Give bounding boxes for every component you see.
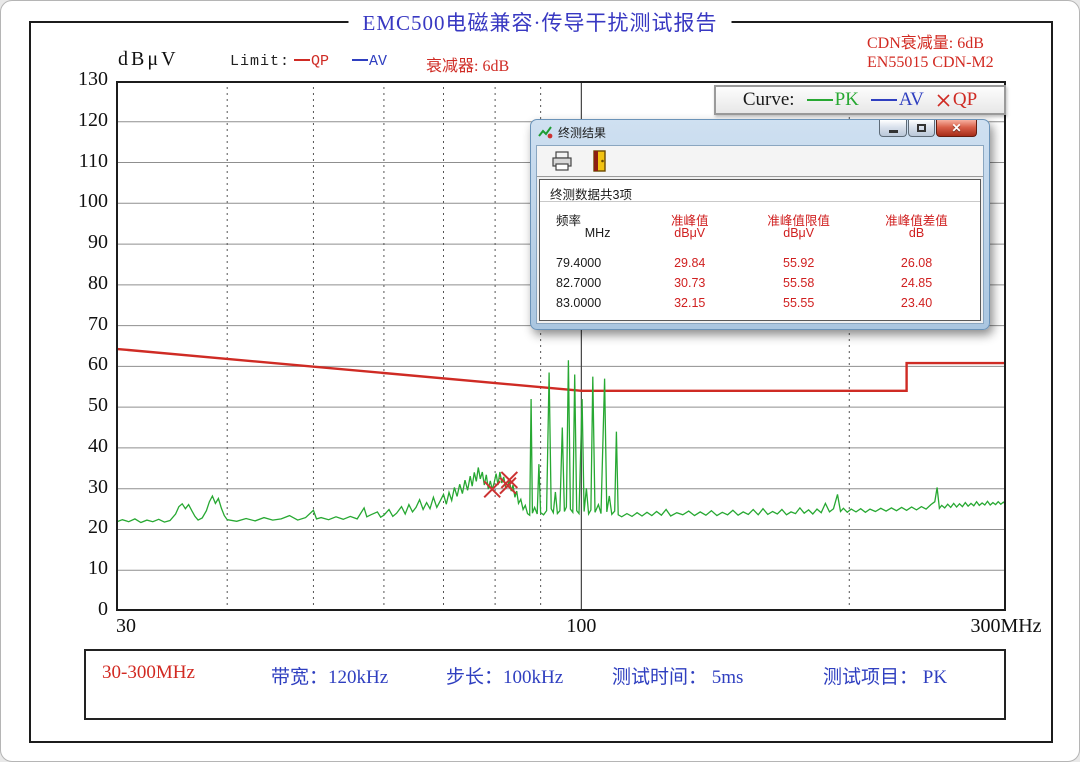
close-button[interactable]: ✕ [936, 120, 977, 137]
app-icon [538, 125, 553, 140]
limit-legend-label: Limit: [230, 53, 290, 70]
test-item-label: 测试项目： PK [823, 662, 947, 689]
y-tick-label: 130 [36, 68, 108, 91]
cdn-info: CDN衰减量: 6dB EN55015 CDN-M2 [867, 34, 994, 72]
unit-frequency: MHz [548, 226, 639, 240]
y-tick-label: 80 [36, 272, 108, 295]
qp-limit-swatch-icon [294, 59, 310, 61]
x-tick-label: 300MHz [970, 615, 1041, 638]
series-PK [116, 360, 1006, 522]
maximize-icon [917, 124, 926, 132]
dialog-title: 终测结果 [558, 124, 606, 141]
x-tick-label: 100 [566, 615, 596, 638]
scan-settings-bar: 30-300MHz 带宽：120kHz 步长：100kHz 测试时间： 5ms … [84, 649, 1006, 720]
report-title: EMC500电磁兼容·传导干扰测试报告 [349, 7, 732, 37]
exit-door-icon [592, 150, 608, 172]
minimize-icon [889, 130, 898, 133]
final-result-dialog: 终测结果 ✕ [530, 119, 990, 330]
y-tick-label: 20 [36, 516, 108, 539]
y-tick-label: 40 [36, 435, 108, 458]
close-icon: ✕ [951, 122, 961, 134]
x-tick-label: 30 [116, 615, 136, 638]
y-tick-label: 90 [36, 231, 108, 254]
y-tick-label: 50 [36, 394, 108, 417]
printer-icon [551, 151, 573, 171]
exit-button[interactable] [587, 149, 613, 173]
test-time-label: 测试时间： 5ms [612, 662, 743, 689]
legend-pk: PK [807, 89, 859, 111]
y-tick-label: 0 [36, 598, 108, 621]
unit-qp: dBμV [639, 226, 740, 240]
limit-qp-legend: QP [294, 53, 329, 70]
legend-qp: QP [936, 89, 977, 111]
y-tick-label: 10 [36, 557, 108, 580]
table-unit-row: MHz dBμV dBμV dB [548, 226, 976, 240]
maximize-button[interactable] [908, 120, 935, 137]
step-label: 步长：100kHz [446, 662, 563, 689]
table-row: 83.0000 32.15 55.55 23.40 [548, 296, 976, 310]
y-tick-label: 120 [36, 109, 108, 132]
dialog-toolbar [537, 146, 983, 177]
y-tick-label: 70 [36, 313, 108, 336]
y-tick-label: 30 [36, 476, 108, 499]
attenuator-label: 衰减器: 6dB [426, 52, 509, 76]
cdn-attenuation-label: CDN衰减量: 6dB [867, 34, 994, 53]
table-row: 79.4000 29.84 55.92 26.08 [548, 256, 976, 270]
y-tick-label: 100 [36, 190, 108, 213]
av-limit-swatch-icon [352, 59, 368, 61]
bandwidth-label: 带宽：120kHz [271, 662, 388, 689]
dialog-body: 终测数据共3项 频率 准峰值 准峰值限值 准峰值差值 MHz dBμV dBμV… [536, 145, 984, 324]
y-tick-label: 110 [36, 150, 108, 173]
curve-legend: Curve: PK AV QP [714, 85, 1006, 115]
y-axis-unit: dBμV [118, 48, 179, 71]
limit-av-legend: AV [352, 53, 387, 70]
legend-av: AV [871, 89, 924, 111]
print-button[interactable] [549, 149, 575, 173]
table-row: 82.7000 30.73 55.58 24.85 [548, 276, 976, 290]
standard-label: EN55015 CDN-M2 [867, 53, 994, 72]
av-line-icon [871, 99, 897, 101]
y-tick-label: 60 [36, 353, 108, 376]
frequency-range-label: 30-300MHz [102, 662, 195, 684]
qp-cross-icon [936, 93, 951, 108]
summary-divider [540, 201, 980, 202]
result-table-panel: 终测数据共3项 频率 准峰值 准峰值限值 准峰值差值 MHz dBμV dBμV… [539, 179, 981, 321]
dialog-titlebar[interactable]: 终测结果 ✕ [531, 120, 989, 145]
curve-legend-label: Curve: [743, 89, 795, 111]
minimize-button[interactable] [879, 120, 907, 137]
series-QP-limit [116, 349, 1006, 391]
unit-qp-limit: dBμV [740, 226, 857, 240]
report-page: EMC500电磁兼容·传导干扰测试报告 dBμV Limit: QP AV 衰减… [0, 0, 1080, 762]
unit-qp-margin: dB [857, 226, 976, 240]
pk-line-icon [807, 99, 833, 101]
